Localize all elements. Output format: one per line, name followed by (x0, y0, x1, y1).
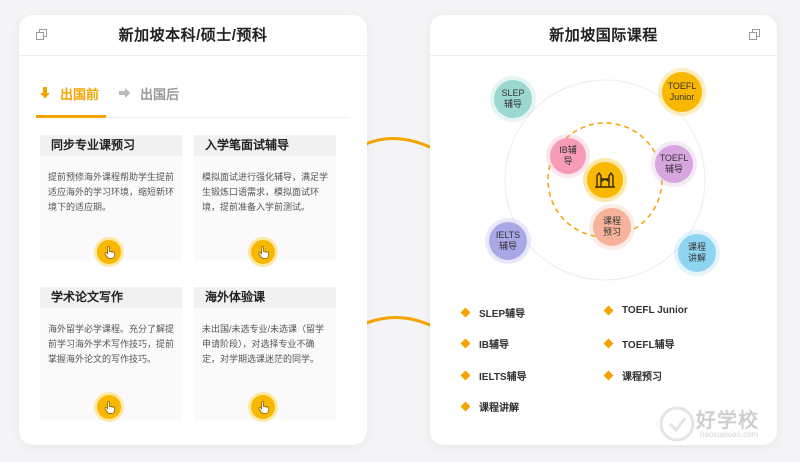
legend-label: SLEP辅导 (479, 309, 526, 320)
legend-item: 课程讲解 (460, 399, 519, 414)
course-bubble-ielts[interactable]: IELTS 辅导 (489, 222, 527, 260)
bubble-label: TOEFL 辅导 (659, 153, 689, 174)
diamond-icon (460, 401, 471, 412)
pointer-button[interactable] (97, 395, 121, 419)
pointer-button[interactable] (251, 240, 275, 264)
bubble-label: 课程 讲解 (687, 242, 706, 263)
course-bubble-ib[interactable]: IB辅 导 (550, 138, 586, 174)
tab-label: 出国前 (60, 86, 100, 102)
watermark-url: haoxuexiao.com (700, 430, 759, 439)
hand-pointer-icon (104, 245, 115, 259)
program-panel-undergrad: 新加坡本科/硕士/预科 出国前 出国后 同步专业课预习 提前预修海外课程帮助学生… (19, 15, 367, 445)
diamond-icon (460, 338, 471, 349)
course-card: 入学笔面试辅导 模拟面试进行强化辅导，满足学生锻炼口语需求，模拟面试环境，提前准… (194, 135, 336, 264)
bubble-label: SLEP 辅导 (501, 88, 525, 109)
card-title: 入学笔面试辅导 (194, 135, 336, 156)
diamond-icon (603, 370, 614, 381)
phase-tabs: 出国前 出国后 (36, 78, 350, 118)
panel-title: 新加坡本科/硕士/预科 (118, 27, 268, 44)
legend-item: IELTS辅导 (460, 368, 527, 383)
legend-label: 课程预习 (622, 372, 662, 383)
legend-item: TOEFL Junior (603, 305, 688, 316)
arrow-right-icon (119, 88, 131, 98)
bubble-label: TOEFL Junior (667, 81, 697, 102)
active-tab-indicator (36, 115, 106, 118)
diamond-icon (460, 307, 471, 318)
course-bubble-toefl[interactable]: TOEFL 辅导 (655, 145, 693, 183)
diamond-icon (460, 370, 471, 381)
course-card: 海外体验课 未出国/未选专业/未选课（留学申请阶段），对选择专业不确定，对学期选… (194, 287, 336, 420)
course-card: 同步专业课预习 提前预修海外课程帮助学生提前适应海外的学习环境，缩短新环境下的适… (40, 135, 182, 264)
course-card: 学术论文写作 海外留学必学课程。充分了解提前学习海外学术写作技巧，提前掌握海外论… (40, 287, 182, 420)
course-bubble-lecture[interactable]: 课程 讲解 (678, 234, 716, 272)
course-bubble-preview[interactable]: 课程 预习 (593, 208, 631, 246)
bubble-label: IELTS 辅导 (495, 230, 521, 251)
legend-item: TOEFL辅导 (603, 336, 675, 351)
legend-label: TOEFL Junior (622, 305, 688, 316)
expand-icon[interactable] (749, 29, 760, 40)
panel-header: 新加坡本科/硕士/预科 (19, 15, 367, 56)
arrow-down-icon (40, 87, 50, 99)
card-description: 海外留学必学课程。充分了解提前学习海外学术写作技巧，提前掌握海外论文的写作技巧。 (48, 324, 175, 364)
bubble-label: 课程 预习 (602, 216, 621, 237)
legend-label: IB辅导 (479, 340, 509, 351)
card-title: 同步专业课预习 (40, 135, 182, 156)
diamond-icon (603, 338, 614, 349)
diamond-icon (603, 305, 614, 316)
hand-pointer-icon (104, 400, 115, 414)
bubble-label: IB辅 导 (559, 145, 577, 166)
legend-item: 课程预习 (603, 368, 662, 383)
landmark-hub (587, 162, 623, 198)
course-bubble-slep[interactable]: SLEP 辅导 (494, 80, 532, 118)
card-description: 模拟面试进行强化辅导，满足学生锻炼口语需求，模拟面试环境，提前准备入学前测试。 (202, 172, 329, 212)
tab-before-departure[interactable]: 出国前 (38, 82, 99, 104)
watermark-text: 好学校 (696, 410, 759, 432)
panel-title: 新加坡国际课程 (549, 27, 658, 44)
pointer-button[interactable] (251, 395, 275, 419)
card-title: 学术论文写作 (40, 287, 182, 308)
card-title: 海外体验课 (194, 287, 336, 308)
panel-header: 新加坡国际课程 (430, 15, 777, 56)
legend-label: IELTS辅导 (479, 372, 527, 383)
card-description: 提前预修海外课程帮助学生提前适应海外的学习环境，缩短新环境下的适应期。 (48, 172, 175, 212)
hand-pointer-icon (258, 400, 269, 414)
tab-label: 出国后 (140, 86, 180, 102)
program-panel-international: 新加坡国际课程 SLEP 辅导 TOEFL Junior IB辅 导 TOEFL… (430, 15, 777, 445)
card-description: 未出国/未选专业/未选课（留学申请阶段），对选择专业不确定，对学期选课迷茫的同学… (202, 324, 325, 364)
bridge-icon (595, 172, 615, 188)
legend-item: IB辅导 (460, 336, 509, 351)
course-bubble-toefl-junior[interactable]: TOEFL Junior (662, 72, 702, 112)
pointer-button[interactable] (97, 240, 121, 264)
legend-label: 课程讲解 (479, 403, 519, 414)
legend-item: SLEP辅导 (460, 305, 526, 320)
tab-after-departure[interactable]: 出国后 (118, 82, 179, 104)
legend-label: TOEFL辅导 (622, 340, 675, 351)
hand-pointer-icon (258, 245, 269, 259)
course-orbit-diagram: SLEP 辅导 TOEFL Junior IB辅 导 TOEFL 辅导 IELT… (489, 72, 718, 284)
expand-icon[interactable] (36, 29, 47, 40)
